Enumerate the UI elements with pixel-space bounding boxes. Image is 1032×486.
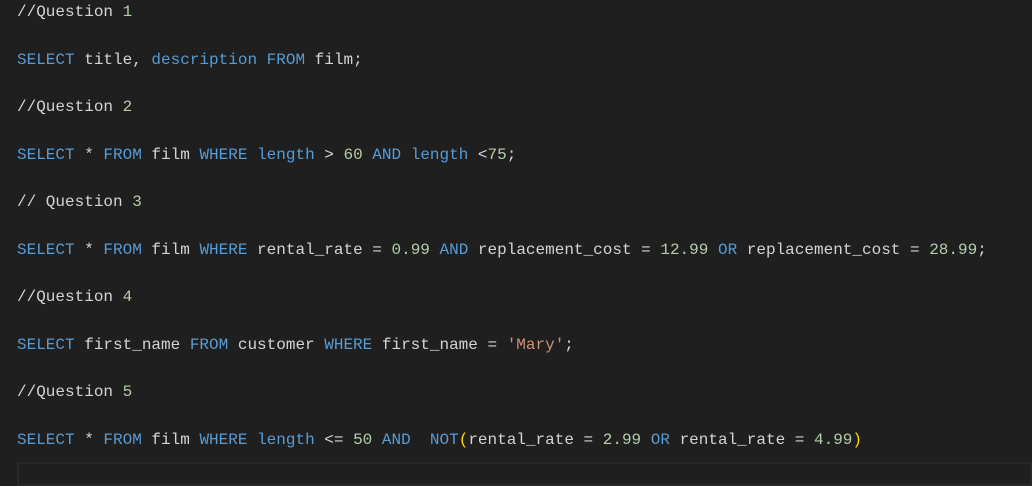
identifier-token (372, 431, 382, 449)
keyword-token: AND (381, 430, 411, 449)
number-token: 2 (122, 98, 133, 116)
number-token: 28.99 (929, 240, 978, 259)
keyword-token: description (151, 50, 258, 69)
keyword-token: FROM (103, 145, 142, 164)
code-line[interactable]: SELECT title, description FROM film; (17, 48, 363, 72)
number-token: 50 (353, 430, 373, 449)
identifier-token: ; (977, 240, 987, 259)
identifier-token (257, 51, 267, 69)
keyword-token: AND (372, 145, 402, 164)
number-token: 1 (122, 3, 133, 21)
code-editor[interactable]: //Question 1 SELECT title, description FR… (0, 0, 1032, 486)
keyword-token: WHERE (199, 430, 248, 449)
code-line[interactable]: SELECT * FROM film WHERE rental_rate = 0… (17, 238, 987, 262)
number-token: 0.99 (391, 240, 430, 259)
number-token: 2.99 (602, 430, 642, 449)
identifier-token (247, 431, 257, 449)
identifier-token: > (314, 145, 344, 164)
code-line[interactable]: SELECT first_name FROM customer WHERE fi… (17, 333, 574, 357)
identifier-token (247, 146, 257, 164)
identifier-token: first_name (74, 335, 190, 354)
identifier-token: * (74, 240, 104, 259)
identifier-token: rental_rate = (468, 430, 603, 449)
number-token: 3 (132, 193, 142, 211)
keyword-token: SELECT (17, 335, 75, 354)
keyword-token: SELECT (17, 50, 75, 69)
identifier-token: customer (228, 335, 325, 354)
identifier-token: ; (564, 335, 574, 354)
identifier-token: ; (506, 145, 517, 164)
comment-token: //Question (17, 3, 123, 21)
identifier-token: film; (305, 50, 363, 69)
identifier-token: < (468, 145, 488, 164)
identifier-token (430, 241, 440, 259)
number-token: 60 (343, 145, 363, 164)
keyword-token: FROM (189, 335, 229, 354)
keyword-token: FROM (103, 430, 142, 449)
string-token: 'Mary' (506, 335, 565, 354)
identifier-token: film (141, 430, 200, 449)
keyword-token: WHERE (199, 240, 248, 259)
code-line[interactable]: //Question 4 (17, 285, 132, 309)
keyword-token: SELECT (17, 240, 75, 259)
paren-token: ) (852, 430, 863, 449)
keyword-token: SELECT (17, 145, 75, 164)
identifier-token (708, 241, 718, 259)
comment-token: //Question (17, 383, 123, 401)
number-token: 4 (122, 288, 133, 306)
code-line[interactable]: //Question 2 (17, 95, 132, 119)
keyword-token: length (257, 145, 315, 164)
code-line[interactable]: SELECT * FROM film WHERE length <= 50 AN… (17, 428, 862, 452)
identifier-token: film (141, 240, 200, 259)
identifier-token: * (74, 430, 104, 449)
identifier-token: * (74, 145, 104, 164)
identifier-token: title, (74, 50, 152, 69)
identifier-token: <= (314, 430, 354, 449)
identifier-token (641, 431, 651, 449)
identifier-token (363, 146, 373, 164)
keyword-token: OR (650, 430, 670, 449)
keyword-token: WHERE (199, 145, 248, 164)
code-line[interactable]: //Question 1 (17, 0, 132, 24)
keyword-token: OR (717, 240, 738, 259)
identifier-token: rental_rate = (669, 430, 814, 449)
identifier-token (411, 431, 430, 449)
keyword-token: SELECT (17, 430, 75, 449)
code-line[interactable]: // Question 3 (17, 190, 142, 214)
number-token: 75 (487, 145, 507, 164)
identifier-token: first_name = (372, 335, 507, 354)
keyword-token: length (257, 430, 315, 449)
current-line-highlight (17, 462, 1032, 486)
keyword-token: AND (439, 240, 469, 259)
comment-token: //Question (17, 288, 123, 306)
identifier-token: replacement_cost = (737, 240, 930, 259)
number-token: 5 (122, 383, 133, 401)
keyword-token: NOT (429, 430, 459, 449)
keyword-token: length (410, 145, 469, 164)
comment-token: // Question (17, 193, 133, 211)
number-token: 12.99 (660, 240, 709, 259)
code-line[interactable]: //Question 5 (17, 380, 132, 404)
code-line[interactable]: SELECT * FROM film WHERE length > 60 AND… (17, 143, 516, 167)
identifier-token: rental_rate = (247, 240, 392, 259)
keyword-token: FROM (266, 50, 306, 69)
keyword-token: WHERE (324, 335, 373, 354)
number-token: 4.99 (814, 430, 853, 449)
identifier-token: replacement_cost = (468, 240, 661, 259)
paren-token: ( (458, 430, 469, 449)
comment-token: //Question (17, 98, 123, 116)
identifier-token (401, 146, 411, 164)
identifier-token: film (141, 145, 200, 164)
keyword-token: FROM (103, 240, 142, 259)
